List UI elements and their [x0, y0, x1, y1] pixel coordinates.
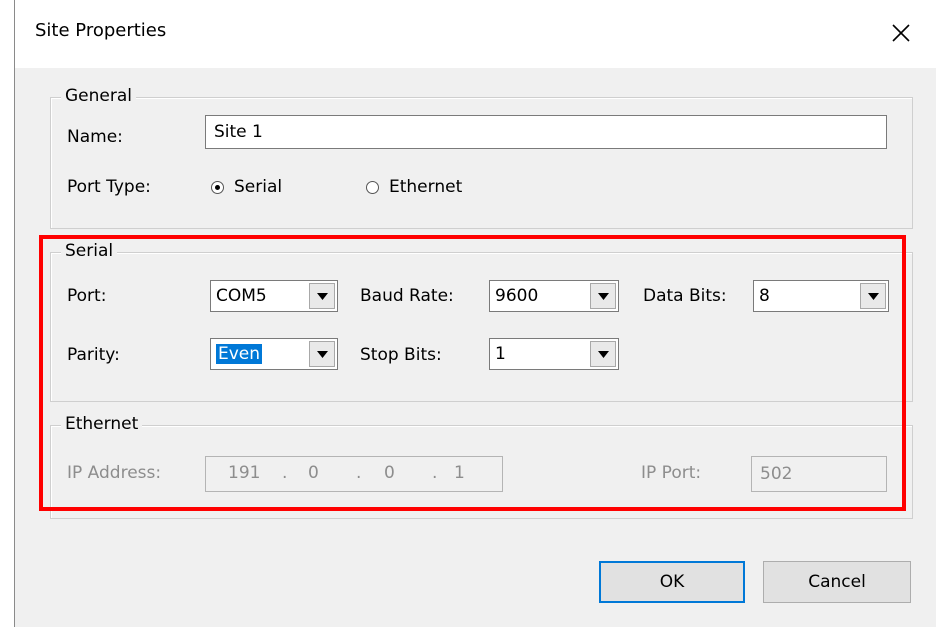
- cancel-button[interactable]: Cancel: [763, 561, 911, 603]
- serial-group: Serial: [50, 241, 913, 402]
- radio-ethernet-label: Ethernet: [389, 177, 463, 197]
- close-icon: [892, 24, 910, 42]
- serial-legend: Serial: [61, 241, 118, 261]
- ip-dot-2: .: [356, 463, 362, 483]
- ip-octet-2: 0: [308, 463, 319, 483]
- parity-selected-text: Even: [216, 344, 263, 364]
- data-bits-combo[interactable]: 8: [753, 280, 889, 312]
- general-legend: General: [61, 86, 136, 106]
- name-input[interactable]: Site 1: [205, 115, 887, 149]
- port-combo-dropdown[interactable]: [309, 283, 335, 309]
- port-combo[interactable]: COM5: [210, 280, 338, 312]
- data-bits-label: Data Bits:: [643, 286, 727, 306]
- ethernet-legend: Ethernet: [61, 414, 143, 434]
- radio-serial-indicator: [211, 180, 224, 194]
- ip-port-input[interactable]: 502: [751, 456, 887, 492]
- title-bar: Site Properties: [15, 0, 936, 68]
- ok-button[interactable]: OK: [599, 561, 745, 603]
- data-bits-combo-dropdown[interactable]: [860, 283, 886, 309]
- parity-combo-dropdown[interactable]: [309, 341, 335, 367]
- stop-bits-combo-dropdown[interactable]: [590, 341, 616, 367]
- stop-bits-combo[interactable]: 1: [489, 338, 619, 370]
- site-properties-dialog: Site Properties General Name: Site 1 Por…: [14, 0, 936, 627]
- chevron-down-icon: [597, 292, 609, 300]
- baud-rate-label: Baud Rate:: [360, 286, 454, 306]
- close-button[interactable]: [877, 10, 925, 56]
- chevron-down-icon: [316, 350, 328, 358]
- ip-dot-1: .: [282, 463, 288, 483]
- chevron-down-icon: [867, 292, 879, 300]
- port-label: Port:: [67, 286, 107, 306]
- ip-octet-4: 1: [454, 463, 465, 483]
- parity-combo-value: Even: [211, 339, 307, 369]
- stop-bits-combo-value: 1: [495, 344, 506, 364]
- radio-serial-label: Serial: [234, 177, 283, 197]
- radio-serial[interactable]: Serial: [211, 177, 282, 197]
- parity-combo[interactable]: Even: [210, 338, 338, 370]
- ip-address-input[interactable]: 191 . 0 . 0 . 1: [205, 456, 503, 492]
- baud-rate-combo[interactable]: 9600: [489, 280, 619, 312]
- ip-octet-3: 0: [384, 463, 395, 483]
- ip-port-label: IP Port:: [641, 463, 702, 483]
- ip-octet-1: 191: [228, 463, 261, 483]
- radio-ethernet[interactable]: Ethernet: [366, 177, 462, 197]
- chevron-down-icon: [316, 292, 328, 300]
- stop-bits-label: Stop Bits:: [360, 345, 442, 365]
- port-type-label: Port Type:: [67, 177, 151, 197]
- parity-label: Parity:: [67, 345, 120, 365]
- radio-ethernet-indicator: [366, 180, 379, 194]
- data-bits-combo-value: 8: [759, 286, 770, 306]
- ip-dot-3: .: [432, 463, 438, 483]
- name-label: Name:: [67, 127, 123, 147]
- baud-rate-combo-value: 9600: [495, 286, 539, 306]
- baud-rate-combo-dropdown[interactable]: [590, 283, 616, 309]
- ip-address-label: IP Address:: [67, 463, 162, 483]
- dialog-title: Site Properties: [35, 20, 167, 41]
- chevron-down-icon: [597, 350, 609, 358]
- port-combo-value: COM5: [216, 286, 267, 306]
